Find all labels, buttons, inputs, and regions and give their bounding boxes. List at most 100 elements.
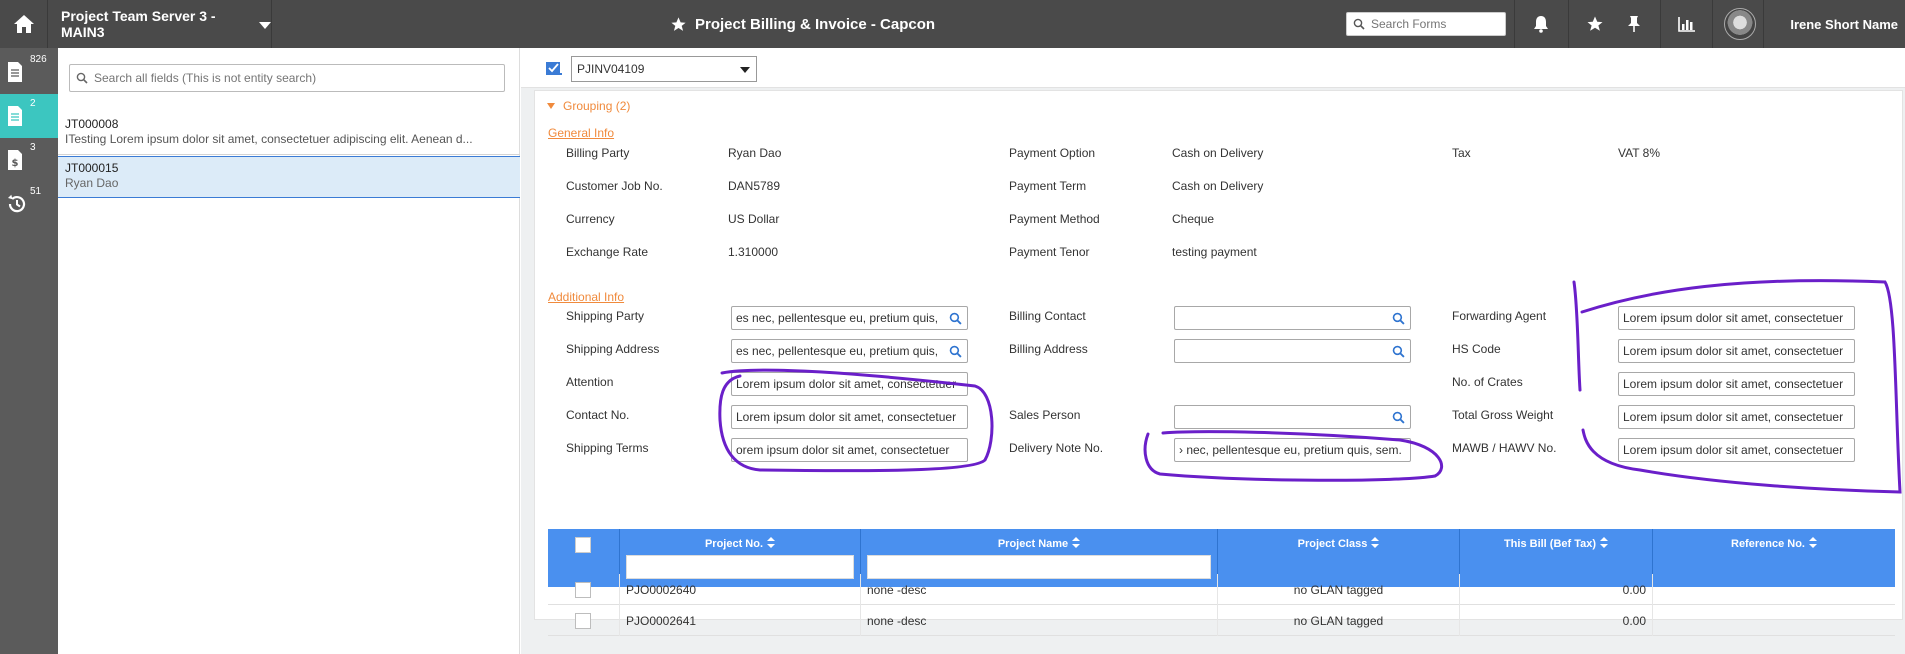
column-label: Project Name <box>997 538 1069 550</box>
attention-field[interactable]: Lorem ipsum dolor sit amet, consectetuer <box>731 372 968 396</box>
top-bar: Project Team Server 3 - MAIN3 Project Bi… <box>0 0 1905 48</box>
contact-no-label: Contact No. <box>566 408 630 422</box>
payment-option-value: Cash on Delivery <box>1172 146 1264 160</box>
column-label: This Bill (Bef Tax) <box>1503 538 1597 550</box>
search-forms-box[interactable] <box>1346 12 1506 36</box>
document-list-icon <box>8 106 22 126</box>
svg-text:$: $ <box>12 158 19 169</box>
grouping-label: Grouping (2) <box>563 99 631 113</box>
rail-count: 826 <box>30 54 47 65</box>
list-item-desc: ITesting Lorem ipsum dolor sit amet, con… <box>65 132 473 146</box>
shipping-address-field[interactable]: es nec, pellentesque eu, pretium quis, <box>731 339 968 363</box>
hs-code-field[interactable]: Lorem ipsum dolor sit amet, consectetuer <box>1618 339 1855 363</box>
record-bar: PJINV04109 <box>521 48 1905 88</box>
forwarding-agent-label: Forwarding Agent <box>1452 309 1547 323</box>
contact-no-field[interactable]: Lorem ipsum dolor sit amet, consectetuer <box>731 405 968 429</box>
table-row[interactable]: PJO0002641 none -desc no GLAN tagged 0.0… <box>548 605 1895 636</box>
cell-project-no: PJO0002641 <box>620 605 861 636</box>
gross-weight-field[interactable]: Lorem ipsum dolor sit amet, consectetuer <box>1618 405 1855 429</box>
list-item[interactable]: JT000008 ITesting Lorem ipsum dolor sit … <box>58 113 520 155</box>
forwarding-agent-field[interactable]: Lorem ipsum dolor sit amet, consectetuer <box>1618 306 1855 330</box>
list-item[interactable]: JT000015 Ryan Dao <box>58 156 520 198</box>
general-info-link[interactable]: General Info <box>548 126 614 140</box>
row-checkbox[interactable] <box>575 581 591 598</box>
row-select-cell <box>548 605 620 636</box>
sales-person-label: Sales Person <box>1009 408 1081 422</box>
sort-icon[interactable] <box>1072 537 1081 548</box>
row-select-cell <box>548 574 620 605</box>
list-item-code: JT000015 <box>65 161 119 175</box>
billing-party-label: Billing Party <box>566 146 630 160</box>
caret-down-icon <box>547 103 555 109</box>
attention-value: Lorem ipsum dolor sit amet, consectetuer <box>736 377 957 391</box>
cell-project-class: no GLAN tagged <box>1218 605 1460 636</box>
sales-person-field[interactable] <box>1174 405 1411 429</box>
rail-item-history[interactable]: 51 <box>0 182 58 226</box>
crates-field[interactable]: Lorem ipsum dolor sit amet, consectetuer <box>1618 372 1855 396</box>
main-content: PJINV04109 Grouping (2) General Info Bil… <box>521 48 1905 654</box>
server-selector[interactable]: Project Team Server 3 - MAIN3 <box>48 0 272 48</box>
mawb-field[interactable]: Lorem ipsum dolor sit amet, consectetuer <box>1618 438 1855 462</box>
list-item-desc: Ryan Dao <box>65 176 119 190</box>
rail-count: 2 <box>30 98 36 109</box>
search-icon[interactable] <box>949 345 962 358</box>
search-icon[interactable] <box>1392 345 1405 358</box>
invoice-dollar-icon: $ <box>8 150 22 170</box>
shipping-party-label: Shipping Party <box>566 309 645 323</box>
record-select-value: PJINV04109 <box>577 62 645 76</box>
table-row[interactable]: PJO0002640 none -desc no GLAN tagged 0.0… <box>548 574 1895 605</box>
row-checkbox[interactable] <box>575 612 591 629</box>
cell-project-name: none -desc <box>861 574 1218 605</box>
pin-icon <box>1628 16 1640 32</box>
forwarding-agent-value: Lorem ipsum dolor sit amet, consectetuer <box>1623 311 1844 325</box>
crates-label: No. of Crates <box>1452 375 1523 389</box>
search-icon[interactable] <box>949 312 962 325</box>
delivery-note-field[interactable]: › nec, pellentesque eu, pretium quis, se… <box>1174 438 1411 462</box>
rail-count: 51 <box>30 186 42 197</box>
rail-item-documents[interactable]: 826 <box>0 50 58 94</box>
record-select[interactable]: PJINV04109 <box>571 56 757 82</box>
hs-code-value: Lorem ipsum dolor sit amet, consectetuer <box>1623 344 1844 358</box>
reports-button[interactable] <box>1660 0 1712 48</box>
bar-chart-icon <box>1677 17 1695 32</box>
search-icon[interactable] <box>1392 411 1405 424</box>
list-item-code: JT000008 <box>65 117 119 131</box>
home-button[interactable] <box>0 0 48 48</box>
sort-icon[interactable] <box>1600 537 1609 548</box>
sort-icon[interactable] <box>1808 537 1817 548</box>
mawb-value: Lorem ipsum dolor sit amet, consectetuer <box>1623 443 1844 457</box>
grouping-toggle[interactable]: Grouping (2) <box>547 99 630 113</box>
customer-job-label: Customer Job No. <box>566 179 663 193</box>
sort-icon[interactable] <box>1371 537 1380 548</box>
search-all-fields-box[interactable] <box>69 64 505 92</box>
search-forms-input[interactable] <box>1369 16 1497 32</box>
user-name[interactable]: Irene Short Name <box>1778 0 1898 48</box>
select-all-checkbox[interactable] <box>575 537 591 553</box>
shipping-party-field[interactable]: es nec, pellentesque eu, pretium quis, <box>731 306 968 330</box>
search-all-fields-input[interactable] <box>92 70 492 86</box>
additional-info-link[interactable]: Additional Info <box>548 290 624 304</box>
customer-job-value: DAN5789 <box>728 179 781 193</box>
notifications-button[interactable] <box>1514 0 1566 48</box>
search-icon <box>76 72 88 84</box>
shipping-address-label: Shipping Address <box>566 342 660 356</box>
payment-tenor-value: testing payment <box>1172 245 1257 259</box>
shipping-terms-field[interactable]: orem ipsum dolor sit amet, consectetuer <box>731 438 968 462</box>
billing-contact-field[interactable] <box>1174 306 1411 330</box>
search-icon[interactable] <box>1392 312 1405 325</box>
home-icon <box>13 15 34 33</box>
rail-item-invoices[interactable]: $ 3 <box>0 138 58 182</box>
sort-icon[interactable] <box>767 537 776 548</box>
star-icon <box>1587 16 1602 31</box>
gross-weight-label: Total Gross Weight <box>1452 408 1554 422</box>
cell-project-name: none -desc <box>861 605 1218 636</box>
search-icon <box>1353 18 1365 30</box>
chevron-down-icon <box>259 22 271 29</box>
rail-item-document-list[interactable]: 2 <box>0 94 58 138</box>
cell-this-bill: 0.00 <box>1460 605 1653 636</box>
pin-button[interactable] <box>1608 0 1660 48</box>
avatar[interactable] <box>1724 8 1756 40</box>
checkbox-icon[interactable] <box>545 60 563 76</box>
cell-reference-no <box>1653 574 1895 605</box>
billing-address-field[interactable] <box>1174 339 1411 363</box>
